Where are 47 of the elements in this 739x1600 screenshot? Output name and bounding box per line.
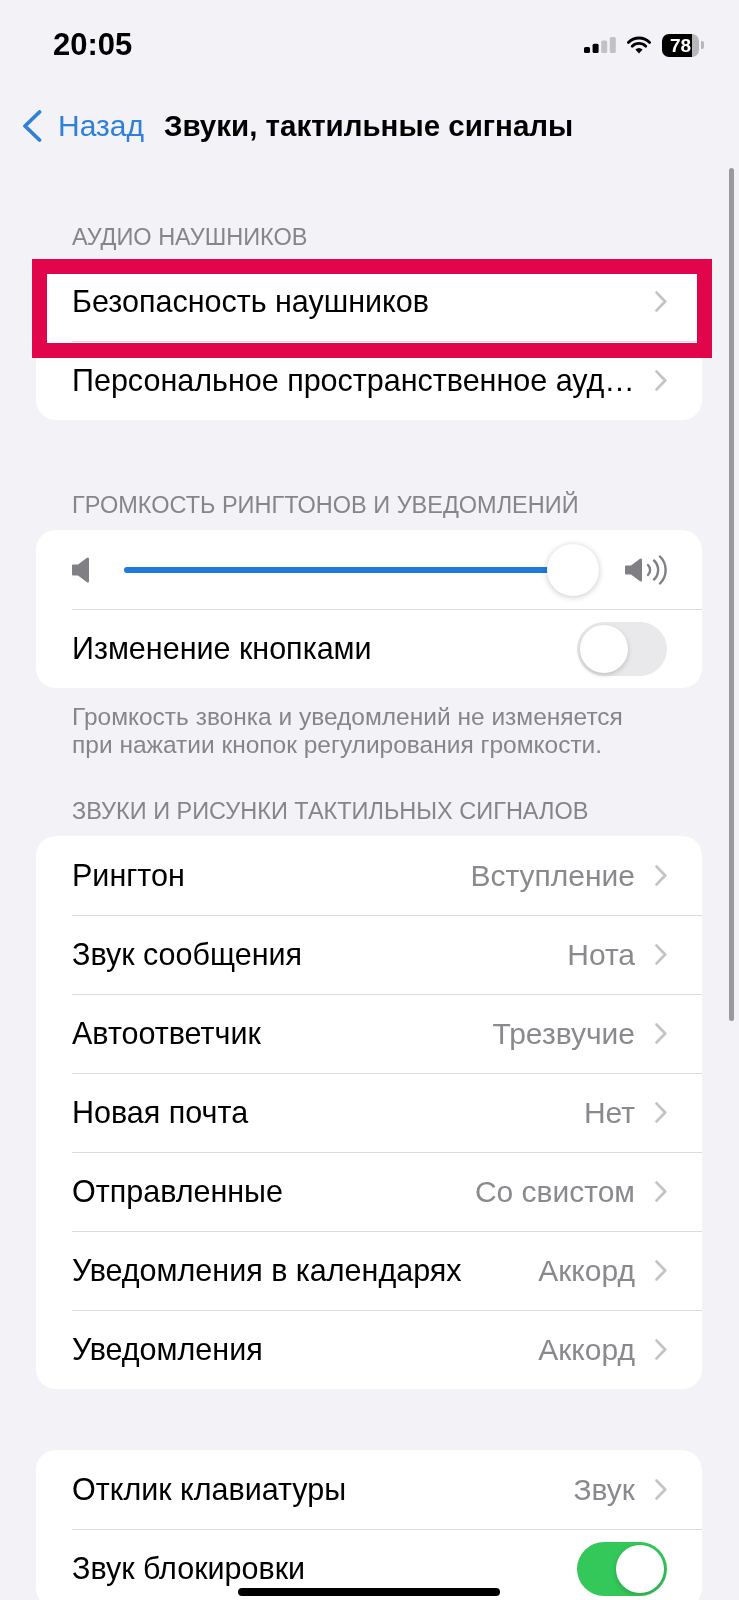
- chevron-right-icon: [655, 1260, 667, 1281]
- toggle-label: Изменение кнопками: [72, 631, 372, 666]
- chevron-right-icon: [655, 291, 667, 312]
- settings-row[interactable]: Уведомления в календарях Аккорд: [36, 1231, 702, 1310]
- settings-row[interactable]: Новая почта Нет: [36, 1073, 702, 1152]
- volume-slider[interactable]: [124, 543, 599, 596]
- settings-row[interactable]: Персональное пространственное ауд…: [36, 341, 702, 420]
- chevron-right-icon: [655, 1181, 667, 1202]
- toggle-switch[interactable]: [577, 1541, 667, 1596]
- chevron-right-icon: [655, 1102, 667, 1123]
- settings-row[interactable]: Автоответчик Трезвучие: [36, 994, 702, 1073]
- row-value: Нет: [583, 1095, 635, 1130]
- row-value: Звук: [573, 1472, 635, 1507]
- chevron-left-icon: [22, 110, 42, 142]
- speaker-waves-icon: [625, 554, 667, 585]
- chevron-right-icon: [655, 865, 667, 886]
- status-time: 20:05: [53, 27, 133, 63]
- toggle-label: Звук блокировки: [72, 1551, 306, 1586]
- row-value: Аккорд: [538, 1332, 635, 1367]
- row-value: Со свистом: [474, 1174, 635, 1209]
- chevron-right-icon: [655, 944, 667, 965]
- chevron-right-icon: [655, 1023, 667, 1044]
- settings-row[interactable]: Безопасность наушников: [36, 262, 702, 341]
- back-button[interactable]: Назад: [22, 109, 144, 143]
- section-footer: Громкость звонка и уведомлений не изменяется при нажатии кнопок регулирования громкости.: [0, 703, 739, 759]
- battery-indicator: 78: [662, 33, 704, 57]
- chevron-right-icon: [655, 370, 667, 391]
- section-header: АУДИО НАУШНИКОВ: [71, 223, 309, 252]
- signal-icon: [584, 37, 616, 53]
- toggle-switch[interactable]: [577, 621, 667, 676]
- wifi-icon: [627, 36, 651, 54]
- settings-row[interactable]: Уведомления Аккорд: [36, 1310, 702, 1389]
- chevron-right-icon: [655, 1339, 667, 1360]
- settings-row[interactable]: Отклик клавиатуры Звук: [36, 1450, 702, 1529]
- row-value: Вступление: [470, 858, 635, 893]
- settings-row[interactable]: Рингтон Вступление: [36, 836, 702, 915]
- section-header: ЗВУКИ И РИСУНКИ ТАКТИЛЬНЫХ СИГНАЛОВ: [71, 797, 590, 826]
- settings-row[interactable]: Звук сообщения Нота: [36, 915, 702, 994]
- row-value: Трезвучие: [492, 1016, 635, 1051]
- nav-title: Звуки, тактильные сигналы: [163, 109, 574, 143]
- row-value: Нота: [567, 937, 635, 972]
- settings-row[interactable]: Отправленные Со свистом: [36, 1152, 702, 1231]
- row-value: Аккорд: [538, 1253, 635, 1288]
- chevron-right-icon: [655, 1479, 667, 1500]
- section-header: ГРОМКОСТЬ РИНГТОНОВ И УВЕДОМЛЕНИЙ: [71, 490, 580, 520]
- slider-thumb[interactable]: [547, 543, 599, 596]
- speaker-icon: [72, 556, 92, 583]
